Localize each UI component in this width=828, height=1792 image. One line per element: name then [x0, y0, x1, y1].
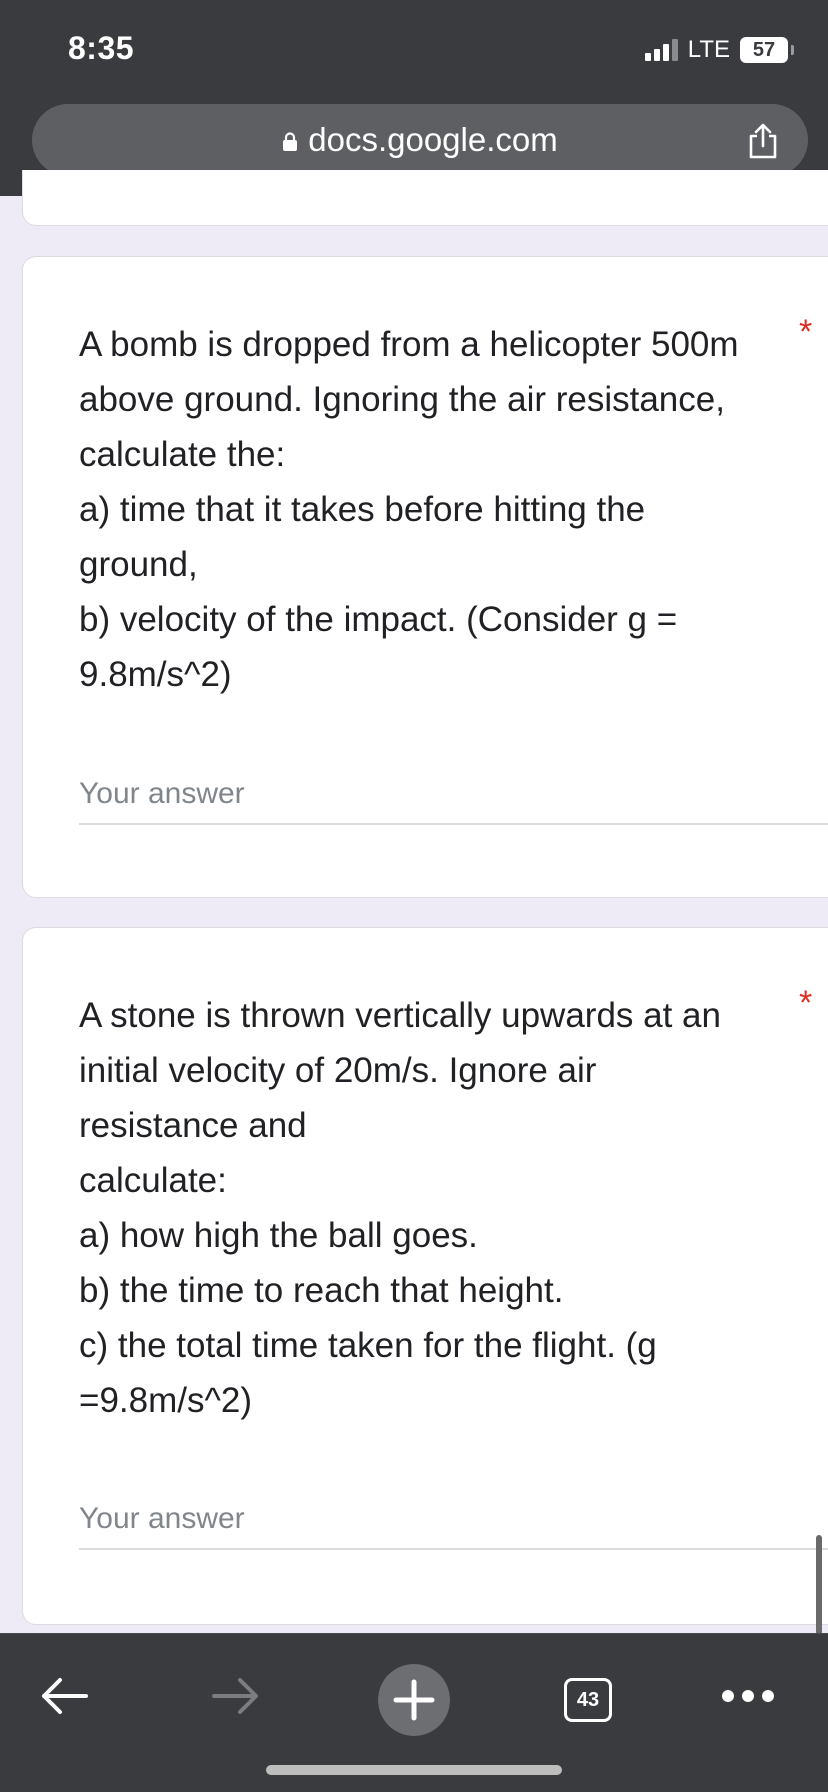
question-line: A stone is thrown vertically upwards at … [79, 996, 721, 1035]
question-line: c) the total time taken for the flight. … [79, 1326, 657, 1365]
question-line: b) the time to reach that height. [79, 1271, 564, 1310]
url-text: docs.google.com [308, 121, 558, 158]
back-button[interactable] [36, 1668, 92, 1724]
battery-icon: 57 [740, 37, 794, 63]
question-line: calculate: [79, 1161, 227, 1200]
forward-button[interactable] [208, 1668, 264, 1724]
lock-icon [283, 132, 298, 151]
network-type: LTE [687, 36, 730, 63]
share-icon[interactable] [746, 122, 780, 160]
question-line: =9.8m/s^2) [79, 1381, 253, 1420]
signal-icon [644, 39, 678, 61]
question-card: A stone is thrown vertically upwards at … [22, 927, 828, 1625]
scrollbar[interactable] [816, 1535, 822, 1635]
answer-input[interactable] [79, 1490, 828, 1550]
tab-count: 43 [576, 1688, 600, 1711]
question-line: ground, [79, 545, 198, 584]
plus-icon [393, 1679, 435, 1721]
question-line: initial velocity of 20m/s. Ignore air [79, 1051, 597, 1090]
tabs-icon[interactable]: 43 [564, 1678, 612, 1722]
question-line: a) time that it takes before hitting the [79, 490, 646, 529]
browser-top-chrome: 8:35 LTE 57 docs.google.com [0, 0, 828, 196]
status-indicators: LTE 57 [644, 36, 794, 64]
question-card: A bomb is dropped from a helicopter 500m… [22, 256, 828, 898]
required-asterisk: * [799, 313, 813, 351]
question-text: A stone is thrown vertically upwards at … [79, 988, 809, 1428]
home-indicator [266, 1765, 562, 1775]
new-tab-button[interactable] [378, 1664, 450, 1736]
forward-arrow-icon [212, 1678, 258, 1714]
answer-input[interactable] [79, 765, 828, 825]
question-line: a) how high the ball goes. [79, 1216, 478, 1255]
address-bar[interactable]: docs.google.com [32, 104, 808, 176]
required-asterisk: * [799, 984, 813, 1022]
question-line: 9.8m/s^2) [79, 655, 232, 694]
question-line: above ground. Ignoring the air resistanc… [79, 380, 725, 419]
question-line: calculate the: [79, 435, 286, 474]
battery-level: 57 [752, 38, 776, 61]
question-line: A bomb is dropped from a helicopter 500m [79, 325, 739, 364]
question-line: b) velocity of the impact. (Consider g = [79, 600, 678, 639]
question-text: A bomb is dropped from a helicopter 500m… [79, 317, 809, 702]
previous-question-card [22, 170, 828, 226]
back-arrow-icon [42, 1678, 88, 1714]
question-line: resistance and [79, 1106, 307, 1145]
more-icon[interactable] [716, 1668, 780, 1724]
status-time: 8:35 [68, 30, 135, 66]
